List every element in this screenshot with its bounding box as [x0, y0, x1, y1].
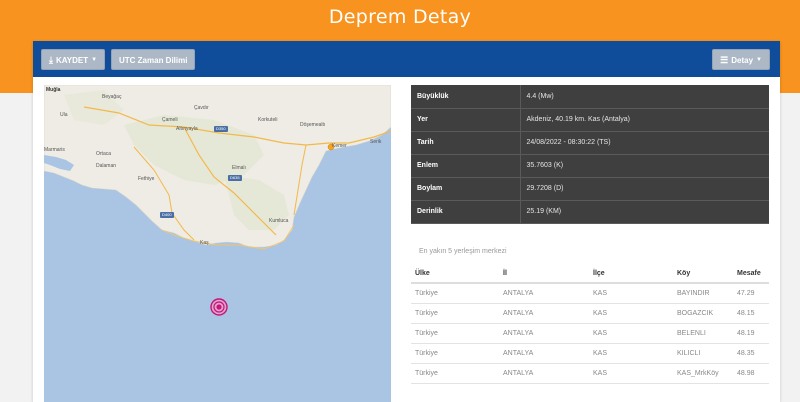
country-cell: Türkiye	[411, 323, 499, 344]
header-distance: Mesafe	[733, 265, 769, 284]
toolbar: ⤓ KAYDET ▼ UTC Zaman Dilimi ☰ Detay ▼	[33, 41, 780, 77]
detail-dropdown-button[interactable]: ☰ Detay ▼	[712, 49, 770, 70]
district-cell: KAS	[589, 343, 673, 364]
epicenter-marker-core	[216, 304, 222, 310]
page-title: Deprem Detay	[328, 6, 472, 28]
detail-value: 24/08/2022 - 08:30:22 (TS)	[520, 131, 769, 155]
map-label-ula: Ula	[60, 112, 68, 118]
distance-cell: 48.15	[733, 303, 769, 324]
earthquake-details-table: Büyüklük 4.4 (Mw) Yer Akdeniz, 40.19 km. Ka…	[411, 85, 769, 224]
detail-row: Tarih 24/08/2022 - 08:30:22 (TS)	[411, 131, 769, 155]
village-cell: KAS_MrkKöy	[673, 363, 733, 384]
header-village: Köy	[673, 265, 733, 284]
country-cell: Türkiye	[411, 283, 499, 304]
map-label-beyagac: Beyağaç	[102, 94, 122, 100]
country-cell: Türkiye	[411, 363, 499, 384]
detail-row: Büyüklük 4.4 (Mw)	[411, 85, 769, 109]
table-row: Türkiye ANTALYA KAS BELENLI 48.19	[411, 323, 769, 344]
map-label-kas: Kaş	[200, 240, 209, 246]
detail-label: Tarih	[411, 131, 521, 155]
village-cell: BOGAZCIK	[673, 303, 733, 324]
epicenter-map[interactable]: Muğla Beyağaç Çavdır Ula Çameli Korkutel…	[44, 85, 391, 402]
distance-cell: 48.98	[733, 363, 769, 384]
nearest-settlements-table: Ülke İl İlçe Köy Mesafe Türkiye ANTALYA KA…	[411, 265, 769, 384]
road-badge-d350: D350	[214, 126, 228, 132]
detail-value: Akdeniz, 40.19 km. Kas (Antalya)	[520, 108, 769, 132]
distance-cell: 48.35	[733, 343, 769, 364]
map-label-kemer: Kemer	[332, 143, 347, 149]
map-label-cavdir: Çavdır	[194, 105, 209, 111]
detail-card: ⤓ KAYDET ▼ UTC Zaman Dilimi ☰ Detay ▼ Muğla	[33, 41, 780, 402]
detail-value: 4.4 (Mw)	[520, 85, 769, 109]
detail-row: Enlem 35.7603 (K)	[411, 154, 769, 178]
road-badge-d400: D400	[160, 212, 174, 218]
map-label-elmali: Elmalı	[232, 165, 246, 171]
nearest-settlements-caption: En yakın 5 yerleşim merkezi	[419, 248, 507, 255]
save-button[interactable]: ⤓ KAYDET ▼	[41, 49, 106, 70]
map-label-marmaris: Marmaris	[44, 147, 65, 153]
utc-timezone-button[interactable]: UTC Zaman Dilimi	[111, 49, 196, 70]
distance-cell: 47.29	[733, 283, 769, 304]
utc-button-label: UTC Zaman Dilimi	[119, 56, 188, 65]
district-cell: KAS	[589, 323, 673, 344]
header-country: Ülke	[411, 265, 499, 284]
map-label-fethiye: Fethiye	[138, 176, 155, 182]
district-cell: KAS	[589, 283, 673, 304]
detail-label: Derinlik	[411, 200, 521, 224]
detail-label: Büyüklük	[411, 85, 521, 109]
map-graphics	[44, 85, 391, 316]
table-row: Türkiye ANTALYA KAS KAS_MrkKöy 48.98	[411, 363, 769, 384]
map-label-cameli: Çameli	[162, 117, 178, 123]
save-button-label: KAYDET	[55, 56, 89, 65]
detail-row: Yer Akdeniz, 40.19 km. Kas (Antalya)	[411, 108, 769, 132]
country-cell: Türkiye	[411, 343, 499, 364]
table-row: Türkiye ANTALYA KAS BOGAZCIK 48.15	[411, 303, 769, 324]
district-cell: KAS	[589, 303, 673, 324]
table-row: Türkiye ANTALYA KAS KILICLI 48.35	[411, 343, 769, 364]
detail-row: Boylam 29.7208 (D)	[411, 177, 769, 201]
settlements-header-row: Ülke İl İlçe Köy Mesafe	[411, 265, 769, 284]
detail-label: Boylam	[411, 177, 521, 201]
map-label-ortaca: Ortaca	[96, 151, 112, 157]
map-label-altinyayla: Altınyayla	[176, 126, 198, 132]
detail-row: Derinlik 25.19 (KM)	[411, 200, 769, 224]
province-cell: ANTALYA	[499, 283, 589, 304]
caret-down-icon: ▼	[91, 57, 98, 64]
map-label-korkuteli: Korkuteli	[258, 117, 278, 123]
header-district: İlçe	[589, 265, 673, 284]
district-cell: KAS	[589, 363, 673, 384]
province-cell: ANTALYA	[499, 363, 589, 384]
map-label-serik: Serik	[370, 139, 382, 145]
detail-button-label: Detay	[731, 56, 754, 65]
village-cell: BAYINDIR	[673, 283, 733, 304]
village-cell: KILICLI	[673, 343, 733, 364]
map-label-dosemealti: Döşemealtı	[300, 122, 326, 128]
detail-value: 29.7208 (D)	[520, 177, 769, 201]
province-cell: ANTALYA	[499, 323, 589, 344]
caret-down-icon: ▼	[756, 57, 762, 64]
detail-value: 35.7603 (K)	[520, 154, 769, 178]
country-cell: Türkiye	[411, 303, 499, 324]
detail-label: Enlem	[411, 154, 521, 178]
road-badge-d635: D635	[228, 175, 242, 181]
detail-value: 25.19 (KM)	[520, 200, 769, 224]
village-cell: BELENLI	[673, 323, 733, 344]
map-label-mugla: Muğla	[46, 87, 61, 93]
province-cell: ANTALYA	[499, 303, 589, 324]
distance-cell: 48.19	[733, 323, 769, 344]
list-icon: ☰	[720, 55, 729, 65]
header-province: İl	[499, 265, 589, 284]
detail-label: Yer	[411, 108, 521, 132]
map-label-dalaman: Dalaman	[96, 163, 117, 169]
table-row: Türkiye ANTALYA KAS BAYINDIR 47.29	[411, 283, 769, 304]
download-icon: ⤓	[49, 55, 53, 65]
province-cell: ANTALYA	[499, 343, 589, 364]
map-label-kumluca: Kumluca	[269, 218, 289, 224]
